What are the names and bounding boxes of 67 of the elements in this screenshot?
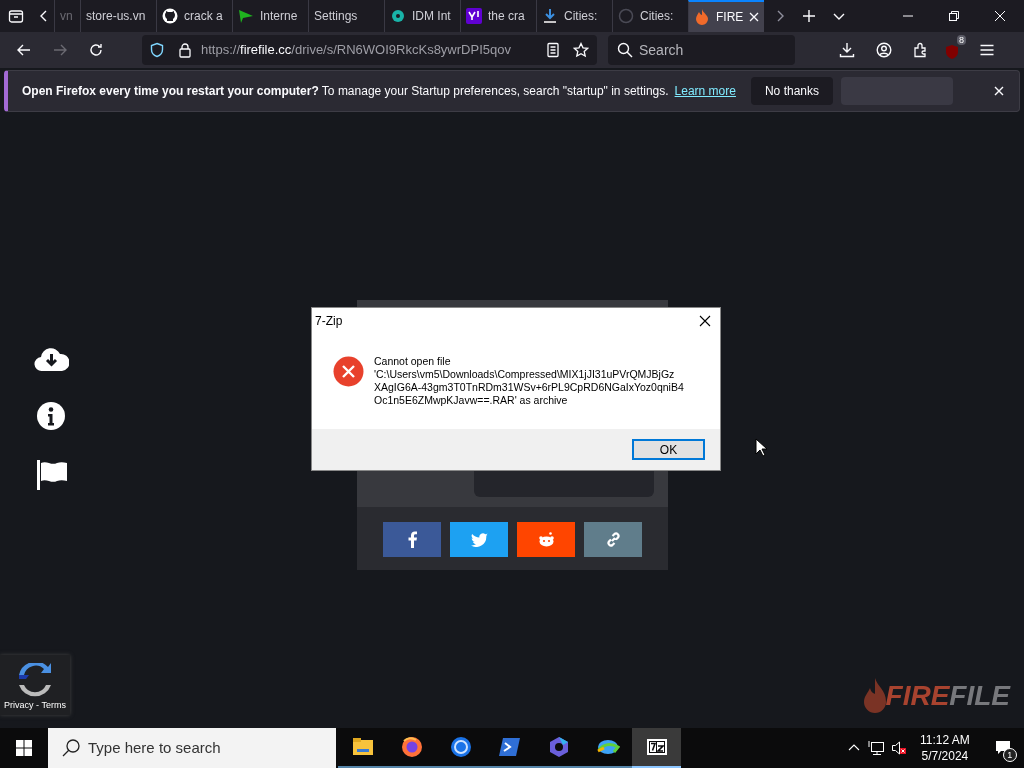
tab-list-icon[interactable] xyxy=(8,8,24,24)
firefox-icon xyxy=(399,735,424,759)
mouse-cursor-icon xyxy=(755,438,767,457)
search-icon xyxy=(61,738,81,758)
flame-icon xyxy=(694,9,710,25)
bird-icon xyxy=(470,532,488,547)
logo-text: FIRE xyxy=(885,682,950,710)
account-icon[interactable] xyxy=(876,42,892,58)
no-thanks-button[interactable]: No thanks xyxy=(750,77,833,105)
volume-muted-icon[interactable] xyxy=(891,740,907,756)
ublock-extension-button[interactable]: 8 xyxy=(942,35,966,65)
dialog-title: 7-Zip xyxy=(315,313,343,330)
privacy-terms-link[interactable]: Privacy - Terms xyxy=(4,699,66,713)
ok-button[interactable]: OK xyxy=(632,439,705,460)
notification-icon xyxy=(994,740,1011,756)
browser-tab[interactable]: FIRE xyxy=(688,0,764,32)
back-icon[interactable] xyxy=(16,42,32,58)
notification-text: Open Firefox every time you restart your computer? To manage your Startup preferences, search "startup" in settings. xyxy=(22,83,669,100)
lock-icon[interactable] xyxy=(177,42,193,58)
shield-logo-icon xyxy=(944,44,960,60)
new-tab-icon[interactable] xyxy=(802,9,816,23)
clock-date[interactable]: 5/7/2024 xyxy=(921,748,969,764)
terminal-icon xyxy=(497,735,522,759)
address-bar[interactable]: https://firefile.cc/drive/s/RN6WOI9RkcKs8ywrDPI5qov xyxy=(142,35,597,65)
taskbar-app-button[interactable] xyxy=(632,728,681,768)
network-icon[interactable] xyxy=(868,740,884,756)
windows-logo-icon xyxy=(16,740,32,756)
pennant-icon xyxy=(238,8,254,24)
reload-icon[interactable] xyxy=(88,42,104,58)
forward-icon[interactable] xyxy=(52,42,68,58)
close-tab-icon[interactable] xyxy=(749,12,760,22)
yahoo-icon xyxy=(466,8,482,24)
reddit-alien-icon xyxy=(537,532,555,547)
taskbar-search-field[interactable]: Type here to search xyxy=(48,728,336,768)
url-text: https://firefile.cc/drive/s/RN6WOI9RkcKs8ywrDPI5qov xyxy=(201,41,511,60)
learn-more-link[interactable]: Learn more xyxy=(674,82,736,100)
extension-badge: 8 xyxy=(957,35,966,45)
info-icon[interactable] xyxy=(37,402,65,430)
close-icon[interactable] xyxy=(699,315,711,327)
bookmark-star-icon[interactable] xyxy=(573,42,589,58)
facebook-icon xyxy=(407,531,417,548)
search-icon xyxy=(617,42,633,58)
search-field[interactable]: Search xyxy=(608,35,795,65)
download-arrow-icon xyxy=(542,8,558,24)
flame-icon xyxy=(863,678,886,714)
recaptcha-icon xyxy=(16,663,54,699)
flag-icon[interactable] xyxy=(36,460,68,490)
facebook-share-button[interactable] xyxy=(383,522,441,557)
shield-icon[interactable] xyxy=(149,42,165,58)
copy-link-button[interactable] xyxy=(584,522,642,557)
ring-icon xyxy=(448,735,473,759)
extensions-icon[interactable] xyxy=(912,42,928,58)
notification-count: 1 xyxy=(1002,748,1017,762)
github-icon xyxy=(162,8,178,24)
notification-center-button[interactable]: 1 xyxy=(988,734,1017,762)
clock-time[interactable]: 11:12 AM xyxy=(920,732,970,748)
download-icon[interactable] xyxy=(839,42,855,58)
link-icon xyxy=(604,531,622,548)
error-message: Cannot open file 'C:\Users\vm5\Downloads\Compressed\MIX1jJI31uPVrQMJBjGz XAgIG6A-43gm3T0TnRDm31WSv+6rPL9CpRD6NGaIxYoz0qniB4 Oc1n5E6ZMwpKJavw==.RAR' as archive xyxy=(374,355,684,407)
reddit-share-button[interactable] xyxy=(517,522,575,557)
menu-icon[interactable] xyxy=(979,42,995,58)
twitter-share-button[interactable] xyxy=(450,522,508,557)
error-icon xyxy=(333,356,364,387)
cloud-download-icon[interactable] xyxy=(34,346,69,372)
logo-text: FILE xyxy=(949,682,1010,710)
reader-view-icon[interactable] xyxy=(545,42,561,58)
restore-icon[interactable] xyxy=(948,10,960,22)
